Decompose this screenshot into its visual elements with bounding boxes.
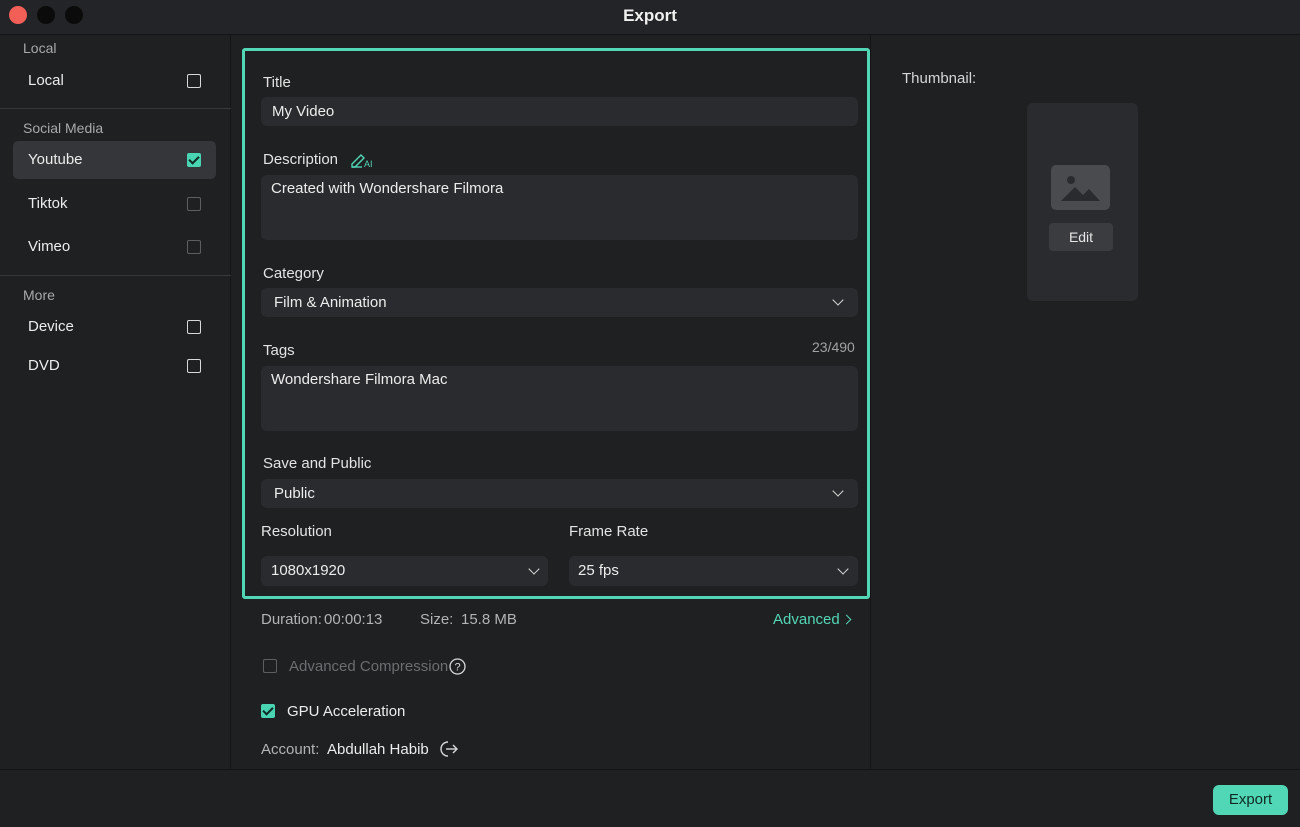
tags-textarea[interactable]: Wondershare Filmora Mac	[261, 366, 858, 431]
thumbnail-panel: Thumbnail: Edit	[870, 35, 1300, 769]
help-icon[interactable]: ?	[449, 658, 466, 675]
sidebar-item-dvd[interactable]: DVD	[13, 347, 216, 385]
dvd-checkbox[interactable]	[187, 359, 201, 373]
account-name: Abdullah Habib	[327, 741, 429, 758]
device-checkbox[interactable]	[187, 320, 201, 334]
category-dropdown[interactable]: Film & Animation	[261, 288, 858, 317]
advanced-compression-label: Advanced Compression	[289, 658, 449, 675]
gpu-acceleration-label: GPU Acceleration	[287, 703, 406, 720]
resolution-dropdown[interactable]: 1080x1920	[261, 556, 548, 586]
advanced-compression-checkbox[interactable]	[263, 659, 277, 673]
tags-counter: 23/490	[812, 339, 855, 355]
tags-value: Wondershare Filmora Mac	[271, 371, 448, 388]
size-value: 15.8 MB	[461, 611, 517, 628]
chevron-down-icon	[832, 485, 844, 497]
export-target-sidebar: Local Local Social Media Youtube Tiktok …	[0, 35, 231, 769]
section-heading-social-media: Social Media	[23, 120, 104, 136]
edit-thumbnail-button[interactable]: Edit	[1049, 223, 1113, 251]
frame-rate-dropdown[interactable]: 25 fps	[569, 556, 858, 586]
privacy-dropdown[interactable]: Public	[261, 479, 858, 508]
local-checkbox[interactable]	[187, 74, 201, 88]
category-value: Film & Animation	[274, 294, 387, 311]
advanced-link[interactable]: Advanced	[773, 610, 858, 630]
sidebar-item-label: Youtube	[28, 151, 83, 168]
account-label: Account:	[261, 741, 320, 758]
gpu-acceleration-checkbox[interactable]	[261, 704, 275, 718]
title-label: Title	[263, 74, 291, 91]
title-bar: Export	[0, 0, 1300, 35]
sidebar-item-local[interactable]: Local	[13, 62, 216, 100]
youtube-checkbox[interactable]	[187, 153, 201, 167]
duration-label: Duration:	[261, 611, 322, 628]
thumbnail-preview[interactable]: Edit	[1027, 103, 1138, 301]
tags-label: Tags	[263, 342, 295, 359]
footer-bar: Export	[0, 769, 1300, 827]
svg-text:?: ?	[454, 662, 460, 674]
logout-icon[interactable]	[439, 740, 459, 758]
save-and-public-label: Save and Public	[263, 455, 372, 472]
export-settings-panel: Title My Video Description AI Created wi…	[232, 35, 870, 769]
export-button[interactable]: Export	[1213, 785, 1288, 815]
image-placeholder-icon	[1051, 165, 1110, 210]
advanced-label: Advanced	[773, 611, 840, 628]
category-label: Category	[263, 265, 324, 282]
chevron-down-icon	[832, 294, 844, 306]
description-label: Description	[263, 151, 339, 168]
resolution-value: 1080x1920	[271, 562, 346, 579]
description-value: Created with Wondershare Filmora	[271, 180, 504, 197]
vimeo-checkbox[interactable]	[187, 240, 201, 254]
duration-value: 00:00:13	[324, 611, 383, 628]
chevron-down-icon	[528, 563, 540, 575]
section-heading-local: Local	[23, 40, 57, 56]
tiktok-checkbox[interactable]	[187, 197, 201, 211]
resolution-label: Resolution	[261, 523, 332, 540]
sidebar-item-label: Local	[28, 72, 64, 89]
sidebar-item-label: Vimeo	[28, 238, 71, 255]
chevron-right-icon	[841, 614, 852, 625]
section-heading-more: More	[23, 287, 55, 303]
size-label: Size:	[420, 611, 454, 628]
chevron-down-icon	[837, 563, 849, 575]
sidebar-item-device[interactable]: Device	[13, 308, 216, 346]
title-input-value: My Video	[272, 103, 335, 120]
sidebar-item-vimeo[interactable]: Vimeo	[13, 228, 216, 266]
sidebar-divider	[0, 275, 231, 276]
sidebar-item-label: Tiktok	[28, 195, 68, 212]
description-textarea[interactable]: Created with Wondershare Filmora	[261, 175, 858, 240]
highlight-frame	[242, 48, 870, 599]
thumbnail-label: Thumbnail:	[902, 70, 977, 87]
sidebar-item-label: Device	[28, 318, 74, 335]
title-input[interactable]: My Video	[261, 97, 858, 126]
sidebar-divider	[0, 108, 231, 109]
frame-rate-label: Frame Rate	[569, 523, 649, 540]
sidebar-item-tiktok[interactable]: Tiktok	[13, 185, 216, 223]
ai-icon-text: AI	[364, 159, 373, 169]
sidebar-item-youtube[interactable]: Youtube	[13, 141, 216, 179]
sidebar-item-label: DVD	[28, 357, 60, 374]
ai-pen-icon[interactable]: AI	[350, 149, 376, 169]
privacy-value: Public	[274, 485, 315, 502]
window-title: Export	[623, 6, 677, 25]
frame-rate-value: 25 fps	[578, 562, 619, 579]
